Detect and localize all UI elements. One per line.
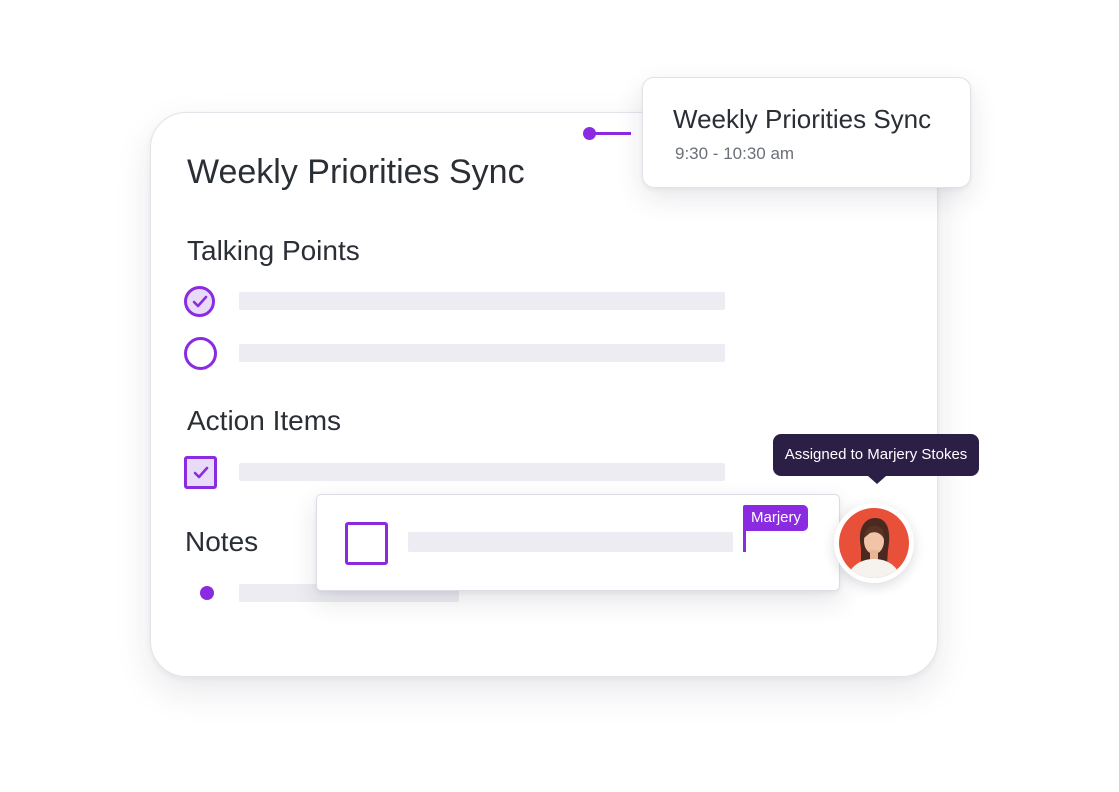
connector-dot bbox=[583, 127, 596, 140]
connector-line bbox=[590, 132, 631, 135]
event-title: Weekly Priorities Sync bbox=[673, 104, 932, 134]
action-items-heading: Action Items bbox=[187, 405, 342, 436]
talking-point-item bbox=[184, 283, 725, 319]
check-icon bbox=[193, 466, 208, 478]
bullet-icon bbox=[200, 586, 214, 600]
calendar-event-card[interactable]: Weekly Priorities Sync 9:30 - 10:30 am bbox=[642, 77, 971, 188]
collaborator-cursor-label: Marjery bbox=[743, 505, 809, 531]
check-icon bbox=[192, 295, 207, 307]
avatar-photo bbox=[839, 508, 909, 578]
talking-point-text-placeholder[interactable] bbox=[239, 292, 725, 310]
notes-heading: Notes bbox=[185, 526, 259, 557]
action-item bbox=[184, 454, 725, 490]
assignee-avatar[interactable] bbox=[834, 503, 914, 583]
assignee-tooltip: Assigned to Marjery Stokes bbox=[773, 434, 979, 476]
talking-point-item bbox=[184, 335, 725, 371]
action-item-checkbox-checked[interactable] bbox=[184, 455, 217, 489]
talking-point-text-placeholder[interactable] bbox=[239, 344, 725, 362]
event-time: 9:30 - 10:30 am bbox=[675, 144, 795, 163]
action-item-text-placeholder[interactable] bbox=[239, 463, 725, 481]
talking-points-heading: Talking Points bbox=[187, 235, 360, 266]
action-item-checkbox-unchecked[interactable] bbox=[345, 522, 388, 565]
talking-point-checkbox-checked[interactable] bbox=[184, 285, 215, 317]
action-item-text-placeholder[interactable] bbox=[408, 532, 733, 552]
meeting-notes-card: Weekly Priorities Sync Talking Points Ac… bbox=[150, 112, 938, 677]
document-title: Weekly Priorities Sync bbox=[187, 153, 525, 191]
talking-point-checkbox-unchecked[interactable] bbox=[184, 336, 217, 370]
tooltip-arrow bbox=[868, 476, 886, 484]
note-item bbox=[184, 575, 459, 611]
action-item-assign-card: Marjery bbox=[316, 494, 840, 591]
